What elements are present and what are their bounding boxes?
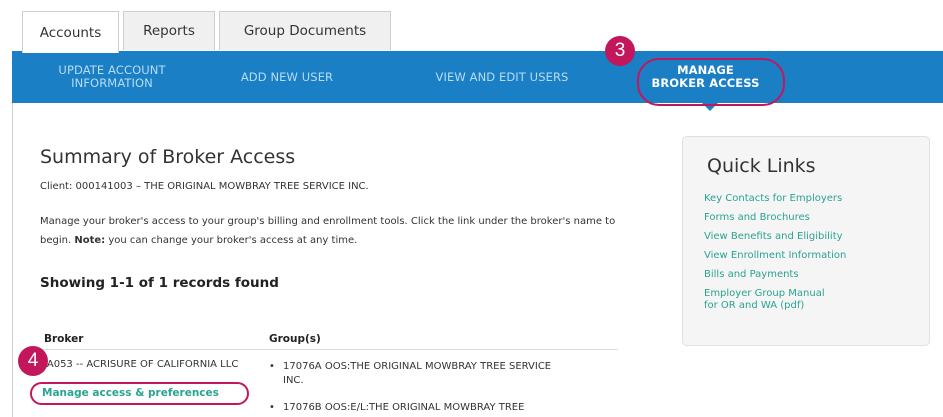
column-header-groups: Group(s) xyxy=(269,333,321,345)
nav-label: ADD NEW USER xyxy=(240,69,334,84)
nav-update-account-information[interactable]: UPDATE ACCOUNT INFORMATION xyxy=(32,51,192,103)
nav-view-and-edit-users[interactable]: VIEW AND EDIT USERS xyxy=(407,51,597,103)
tab-label: Accounts xyxy=(39,24,102,41)
client-info: Client: 000141003 – THE ORIGINAL MOWBRAY… xyxy=(40,181,369,192)
tab-group-documents[interactable]: Group Documents xyxy=(219,11,391,50)
quick-link-enrollment-information[interactable]: View Enrollment Information xyxy=(704,250,846,262)
quick-link-benefits-eligibility[interactable]: View Benefits and Eligibility xyxy=(704,231,843,243)
group-list-item: • 17076B OOS:E/L:THE ORIGINAL MOWBRAY TR… xyxy=(269,401,569,415)
tab-accounts[interactable]: Accounts xyxy=(22,11,119,53)
tab-reports[interactable]: Reports xyxy=(123,11,215,50)
account-nav-bar: UPDATE ACCOUNT INFORMATION ADD NEW USER … xyxy=(12,51,943,103)
column-header-broker: Broker xyxy=(44,333,84,345)
step-number: 4 xyxy=(27,350,39,371)
step-3-badge: 3 xyxy=(605,36,635,66)
nav-label: UPDATE ACCOUNT INFORMATION xyxy=(58,63,166,90)
tab-label: Group Documents xyxy=(243,23,367,39)
bullet-icon: • xyxy=(269,361,275,372)
records-count: Showing 1-1 of 1 records found xyxy=(40,275,279,291)
link-line: for OR and WA (pdf) xyxy=(704,300,805,311)
quick-links-panel: Quick Links Key Contacts for Employers F… xyxy=(682,136,930,346)
step-4-badge: 4 xyxy=(18,346,48,376)
link-line: Employer Group Manual xyxy=(704,288,825,299)
table-divider xyxy=(40,349,618,350)
quick-links-title: Quick Links xyxy=(707,155,816,177)
quick-link-employer-group-manual[interactable]: Employer Group Manual for OR and WA (pdf… xyxy=(704,288,825,312)
page: Accounts Reports Group Documents UPDATE … xyxy=(0,0,943,417)
nav-add-new-user[interactable]: ADD NEW USER xyxy=(212,51,362,103)
group-text: 17076A OOS:THE ORIGINAL MOWBRAY TREE SER… xyxy=(283,361,552,386)
link-highlight-oval xyxy=(30,382,249,405)
quick-link-key-contacts[interactable]: Key Contacts for Employers xyxy=(704,193,842,205)
group-list-item: • 17076A OOS:THE ORIGINAL MOWBRAY TREE S… xyxy=(269,360,569,388)
description: Manage your broker's access to your grou… xyxy=(40,212,622,250)
nav-highlight-oval xyxy=(637,58,785,106)
bullet-icon: • xyxy=(269,402,275,413)
quick-link-forms-brochures[interactable]: Forms and Brochures xyxy=(704,212,810,224)
quick-link-bills-payments[interactable]: Bills and Payments xyxy=(704,269,799,281)
page-title: Summary of Broker Access xyxy=(40,146,296,168)
note-text: you can change your broker's access at a… xyxy=(105,235,358,246)
group-text: 17076B OOS:E/L:THE ORIGINAL MOWBRAY TREE xyxy=(283,402,525,413)
nav-label: VIEW AND EDIT USERS xyxy=(435,69,569,84)
tab-label: Reports xyxy=(143,23,195,39)
note-label: Note: xyxy=(74,235,106,246)
step-number: 3 xyxy=(614,40,626,61)
broker-name: BA053 -- ACRISURE OF CALIFORNIA LLC xyxy=(40,359,239,370)
